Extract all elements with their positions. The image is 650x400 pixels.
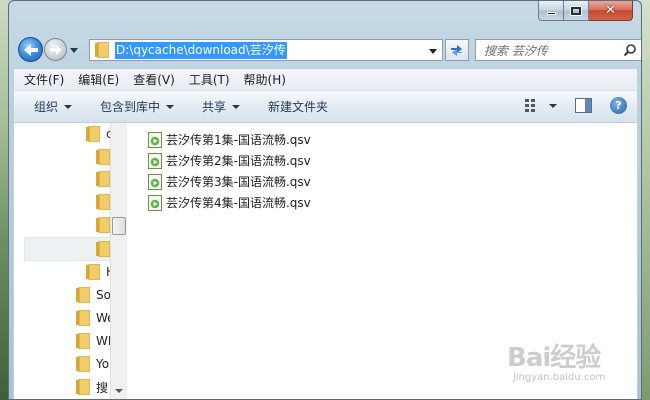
chevron-down-icon (549, 103, 557, 108)
menu-edit[interactable]: 编辑(E) (78, 71, 119, 88)
maximize-icon (570, 5, 582, 16)
search-input[interactable]: 搜索 芸汐传 (475, 39, 641, 61)
address-bar[interactable]: D:\qycache\download\芸汐传 (89, 39, 443, 61)
change-view-button[interactable] (525, 99, 557, 112)
file-name: 芸汐传第4集-国语流畅.qsv (166, 196, 311, 210)
folder-icon (76, 356, 90, 372)
new-folder-button[interactable]: 新建文件夹 (268, 98, 328, 115)
folder-icon (76, 287, 90, 303)
refresh-icon (451, 45, 462, 56)
forward-button[interactable] (44, 38, 67, 61)
tree-item-search[interactable]: 搜 (76, 377, 108, 397)
folder-icon (96, 217, 110, 233)
forward-arrow-icon (49, 44, 62, 55)
folder-icon (96, 171, 110, 187)
help-button[interactable]: ? (610, 97, 627, 114)
refresh-button[interactable] (445, 39, 469, 61)
menu-file[interactable]: 文件(F) (24, 71, 64, 88)
folder-icon (76, 310, 90, 326)
view-details-icon (525, 99, 535, 112)
navigation-scrollbar[interactable] (110, 123, 127, 399)
file-name: 芸汐传第1集-国语流畅.qsv (166, 133, 311, 147)
navigation-row: D:\qycache\download\芸汐传 搜索 芸汐传 (17, 36, 641, 64)
tree-item-label: Yo (96, 357, 110, 371)
content-area: c H So (13, 123, 638, 399)
folder-icon (96, 149, 110, 165)
address-path[interactable]: D:\qycache\download\芸汐传 (115, 41, 287, 59)
chevron-down-icon (166, 104, 175, 109)
tree-item-we[interactable]: We (76, 308, 115, 328)
caption-buttons: ✕ (538, 1, 633, 21)
menu-bar: 文件(F) 编辑(E) 查看(V) 工具(T) 帮助(H) (13, 68, 638, 90)
folder-icon (76, 379, 90, 395)
tree-item-label: 搜 (96, 380, 109, 395)
file-name: 芸汐传第2集-国语流畅.qsv (166, 154, 311, 168)
close-icon: ✕ (605, 3, 616, 18)
list-item[interactable]: 芸汐传第3集-国语流畅.qsv (148, 171, 311, 192)
folder-icon (86, 126, 100, 142)
navigation-pane: c H So (14, 123, 127, 399)
preview-pane-button[interactable] (575, 98, 592, 113)
file-list: 芸汐传第1集-国语流畅.qsv 芸汐传第2集-国语流畅.qsv 芸汐传第3集-国… (148, 129, 311, 213)
help-icon: ? (615, 99, 622, 112)
list-item[interactable]: 芸汐传第4集-国语流畅.qsv (148, 192, 311, 213)
folder-icon (93, 41, 111, 59)
address-dropdown[interactable] (428, 46, 438, 56)
chevron-down-icon (64, 104, 73, 109)
search-placeholder: 搜索 芸汐传 (484, 43, 548, 58)
scroll-down-icon[interactable] (115, 389, 123, 393)
qsv-file-icon (148, 152, 162, 169)
minimize-button[interactable] (538, 1, 564, 21)
folder-icon (96, 241, 110, 257)
include-in-library-label: 包含到库中 (100, 100, 161, 114)
command-bar-right: ? (525, 97, 627, 114)
back-button[interactable] (18, 37, 43, 62)
tree-item-yo[interactable]: Yo (76, 354, 109, 374)
folder-icon (76, 333, 90, 349)
file-name: 芸汐传第3集-国语流畅.qsv (166, 175, 311, 189)
list-item[interactable]: 芸汐传第2集-国语流畅.qsv (148, 150, 311, 171)
tree-item-label: So (96, 288, 111, 302)
organize-label: 组织 (34, 100, 59, 114)
tree-item-so[interactable]: So (76, 285, 111, 305)
qsv-file-icon (148, 194, 162, 211)
command-bar: 组织 包含到库中 共享 新建文件夹 ? (13, 90, 638, 123)
scrollbar-thumb[interactable] (112, 217, 126, 235)
explorer-window: ✕ D:\qycache\download\芸汐传 搜索 芸汐传 文件(F) 编… (8, 0, 642, 400)
include-in-library-button[interactable]: 包含到库中 (100, 98, 175, 115)
menu-view[interactable]: 查看(V) (133, 71, 175, 88)
tree-item-c[interactable]: c (86, 124, 113, 144)
minimize-icon (546, 12, 556, 15)
recent-pages-dropdown[interactable] (69, 45, 79, 55)
qsv-file-icon (148, 173, 162, 190)
back-arrow-icon (23, 43, 38, 56)
search-icon[interactable] (623, 43, 637, 57)
chevron-down-icon (429, 48, 437, 54)
folder-icon (86, 264, 100, 280)
organize-button[interactable]: 组织 (34, 98, 73, 115)
new-folder-label: 新建文件夹 (268, 100, 329, 114)
chevron-down-icon (70, 47, 78, 53)
menu-help[interactable]: 帮助(H) (244, 71, 286, 88)
share-label: 共享 (202, 100, 227, 114)
tree-item-wi[interactable]: WI (76, 331, 111, 351)
maximize-button[interactable] (564, 1, 589, 21)
list-item[interactable]: 芸汐传第1集-国语流畅.qsv (148, 129, 311, 150)
close-button[interactable]: ✕ (589, 1, 633, 21)
folder-icon (96, 194, 110, 210)
share-button[interactable]: 共享 (202, 98, 241, 115)
menu-tools[interactable]: 工具(T) (189, 71, 230, 88)
qsv-file-icon (148, 131, 162, 148)
chevron-down-icon (232, 104, 241, 109)
